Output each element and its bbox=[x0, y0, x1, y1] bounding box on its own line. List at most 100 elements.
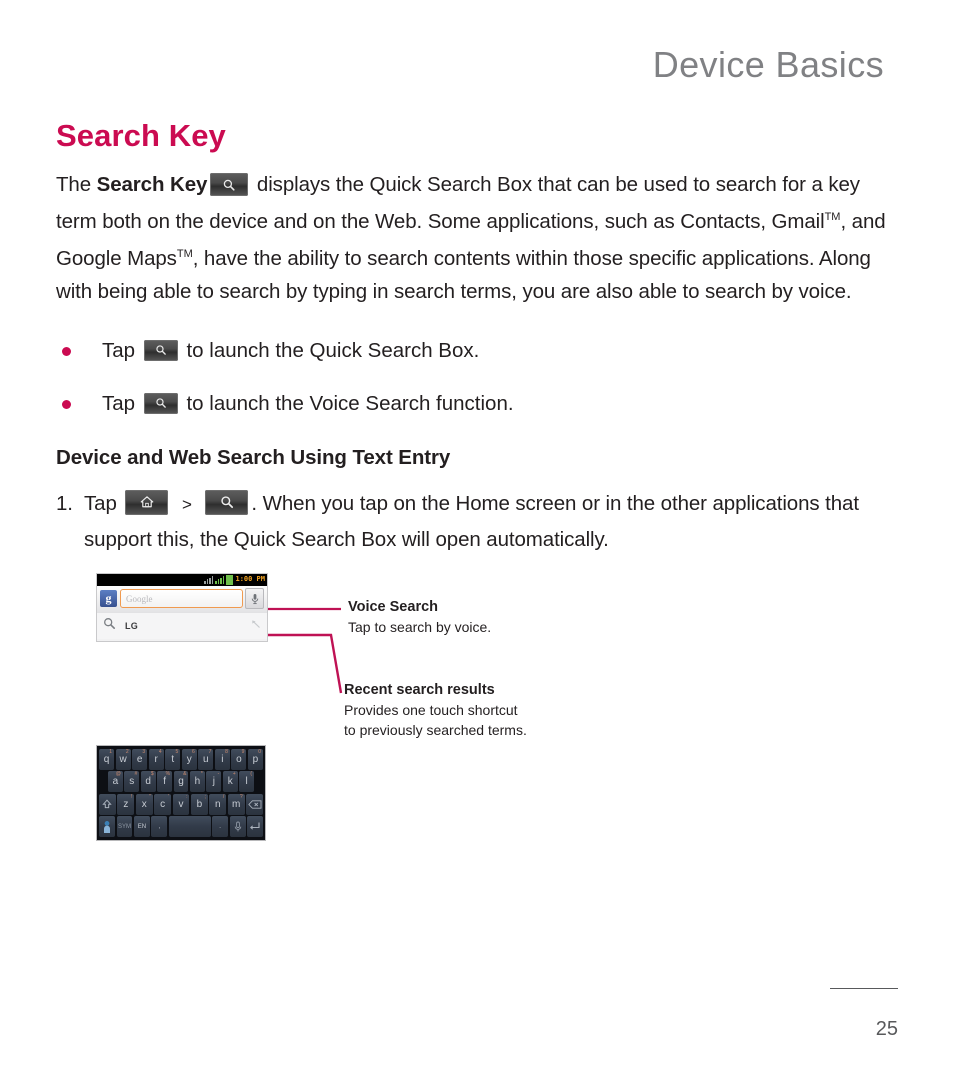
key-k[interactable]: + k bbox=[222, 771, 238, 793]
key-o[interactable]: 9o bbox=[231, 748, 247, 770]
key-alt-label: % bbox=[165, 771, 171, 778]
annotation-recent-search-results: Recent search results Provides one touch… bbox=[344, 680, 527, 740]
recent-search-result-row[interactable]: LG bbox=[97, 611, 267, 639]
numbered-step-1: 1. Tap > . When you tap on the Home scre… bbox=[56, 486, 896, 557]
search-icon bbox=[210, 173, 249, 196]
key-z[interactable]: ! z bbox=[117, 793, 135, 815]
subsection-title: Device and Web Search Using Text Entry bbox=[56, 445, 451, 469]
footer-divider bbox=[830, 987, 898, 989]
key-label: h bbox=[194, 776, 201, 788]
search-input-placeholder: Google bbox=[126, 593, 153, 604]
page-title: Search Key bbox=[56, 118, 226, 153]
keyboard-row-2: @ a # s $ d % f & g * h -j + k (l bbox=[99, 771, 263, 793]
wifi-signal-icon bbox=[204, 575, 214, 584]
bullet-lead-text: Tap bbox=[102, 391, 136, 415]
key-label: a bbox=[112, 776, 119, 788]
key-s[interactable]: # s bbox=[124, 771, 140, 793]
key-label: v bbox=[178, 798, 184, 810]
key-label: SYM bbox=[117, 823, 131, 830]
key-alt-label: 8 bbox=[225, 748, 228, 755]
key-space[interactable] bbox=[168, 816, 211, 838]
bullet-lead-text: Tap bbox=[102, 338, 136, 362]
key-p[interactable]: 0p bbox=[247, 748, 263, 770]
step-lead-text: Tap bbox=[84, 491, 117, 515]
key-label: e bbox=[136, 753, 143, 765]
keyboard-row-3: ! z " x ' c :v ; b / n ? m bbox=[99, 793, 264, 815]
bullet-rest-text: to launch the Quick Search Box. bbox=[186, 338, 480, 362]
status-bar-icons: 1:00 PM bbox=[204, 574, 265, 585]
key-i[interactable]: 8i bbox=[214, 748, 230, 770]
key-g[interactable]: & g bbox=[173, 771, 189, 793]
trademark-gmail: TM bbox=[824, 211, 841, 223]
key-alt-label: ? bbox=[239, 793, 243, 800]
key-comma[interactable]: , bbox=[151, 816, 168, 838]
intro-text-bold: Search Key bbox=[96, 173, 208, 196]
key-alt-label: 5 bbox=[175, 748, 179, 755]
shift-icon[interactable] bbox=[99, 793, 116, 815]
key-j[interactable]: -j bbox=[206, 771, 222, 793]
microphone-icon[interactable] bbox=[229, 816, 246, 838]
key-l[interactable]: (l bbox=[239, 771, 255, 793]
search-icon bbox=[205, 489, 249, 515]
key-e[interactable]: 3e bbox=[132, 748, 148, 770]
key-y[interactable]: 6y bbox=[181, 748, 197, 770]
keyboard-row-spacer bbox=[256, 771, 263, 792]
key-label: x bbox=[141, 798, 147, 810]
settings-icon[interactable] bbox=[99, 816, 115, 838]
key-b[interactable]: ; b bbox=[190, 793, 208, 815]
search-icon bbox=[143, 339, 178, 361]
key-c[interactable]: ' c bbox=[154, 793, 172, 815]
step-rest-text: . When you tap on the Home screen or in … bbox=[84, 491, 859, 551]
search-icon bbox=[143, 392, 178, 414]
key-m[interactable]: ? m bbox=[227, 793, 245, 815]
quick-search-bar[interactable]: g Google bbox=[97, 585, 267, 612]
page-content: Search Key The Search Key displays the Q… bbox=[56, 118, 896, 873]
trademark-maps: TM bbox=[176, 247, 193, 260]
key-label: z bbox=[123, 798, 129, 810]
annotation-description: Tap to search by voice. bbox=[348, 618, 492, 635]
key-a[interactable]: @ a bbox=[107, 771, 123, 793]
key-f[interactable]: % f bbox=[157, 771, 173, 793]
key-alt-label: 7 bbox=[208, 748, 212, 755]
key-label: s bbox=[129, 776, 135, 788]
key-language-en[interactable]: EN bbox=[133, 816, 150, 838]
key-label: . bbox=[219, 823, 221, 830]
key-d[interactable]: $ d bbox=[140, 771, 156, 793]
key-label: b bbox=[196, 798, 203, 810]
arrow-up-left-icon[interactable] bbox=[250, 617, 261, 635]
key-alt-label: 6 bbox=[192, 748, 195, 755]
bullet-dot-icon bbox=[62, 399, 71, 409]
key-alt-label: 1 bbox=[109, 748, 113, 755]
key-alt-label: 3 bbox=[142, 748, 146, 755]
backspace-icon[interactable] bbox=[246, 793, 264, 815]
microphone-icon[interactable] bbox=[245, 588, 264, 610]
recent-search-term: LG bbox=[125, 620, 139, 631]
key-x[interactable]: " x bbox=[135, 793, 153, 815]
status-bar: 1:00 PM bbox=[97, 573, 267, 586]
key-label: j bbox=[212, 776, 215, 788]
keyboard-row-4: SYM EN , . bbox=[99, 816, 263, 838]
keyboard-row-spacer bbox=[99, 771, 106, 792]
key-period[interactable]: . bbox=[212, 816, 229, 838]
key-sym[interactable]: SYM bbox=[116, 816, 133, 838]
key-v[interactable]: :v bbox=[172, 793, 190, 815]
step-number: 1. bbox=[56, 491, 73, 515]
key-w[interactable]: 2w bbox=[115, 748, 131, 770]
key-n[interactable]: / n bbox=[209, 793, 227, 815]
cell-signal-icon bbox=[215, 575, 225, 584]
phone-screenshot-quick-search: 1:00 PM g Google LG bbox=[96, 572, 268, 642]
key-alt-label: 0 bbox=[258, 748, 261, 755]
key-h[interactable]: * h bbox=[189, 771, 205, 793]
key-alt-label: 4 bbox=[158, 748, 162, 755]
annotation-title: Recent search results bbox=[344, 681, 495, 698]
key-label: f bbox=[163, 776, 166, 788]
keyboard-row-1: 1q 2w 3e 4r 5t 6y 7u 8i 9o 0p bbox=[99, 748, 263, 770]
key-q[interactable]: 1q bbox=[99, 748, 115, 770]
key-t[interactable]: 5t bbox=[165, 748, 181, 770]
running-head-device-basics: Device Basics bbox=[652, 44, 884, 85]
key-r[interactable]: 4r bbox=[148, 748, 164, 770]
key-u[interactable]: 7u bbox=[198, 748, 214, 770]
search-input[interactable]: Google bbox=[120, 589, 243, 609]
enter-icon[interactable] bbox=[247, 816, 263, 838]
key-label: , bbox=[158, 823, 161, 830]
